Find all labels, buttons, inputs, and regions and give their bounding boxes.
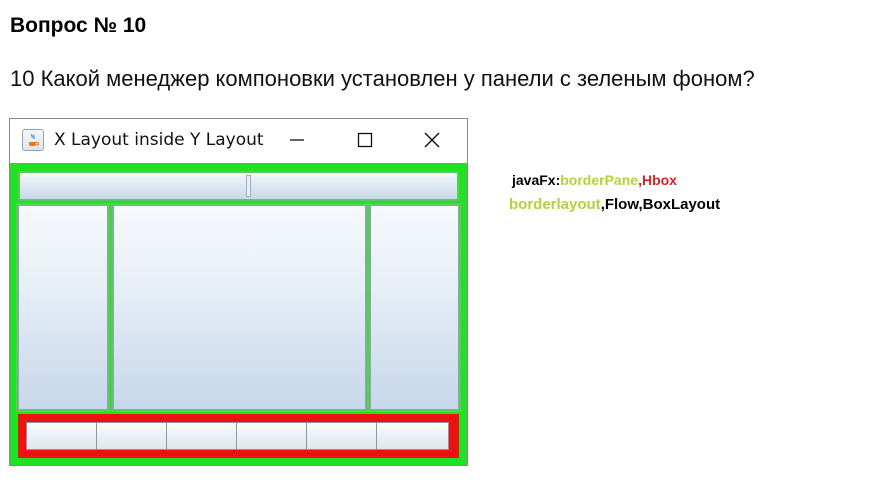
app-window: X Layout inside Y Layout: [9, 118, 468, 466]
note-prefix: javaFx:: [512, 172, 561, 188]
close-button[interactable]: [415, 125, 449, 155]
south-button-3[interactable]: [166, 422, 237, 450]
south-button-5[interactable]: [306, 422, 377, 450]
window-title: X Layout inside Y Layout: [54, 130, 264, 150]
question-text: 10 Какой менеджер компоновки установлен …: [10, 66, 755, 91]
south-button-1[interactable]: [26, 422, 97, 450]
minimize-button[interactable]: [280, 125, 314, 155]
window-titlebar[interactable]: X Layout inside Y Layout: [10, 119, 467, 163]
east-button[interactable]: [370, 205, 459, 410]
south-button-4[interactable]: [236, 422, 307, 450]
java-cup-icon: [22, 129, 44, 151]
north-split-pane[interactable]: [18, 171, 459, 201]
close-icon: [424, 132, 440, 148]
question-heading: Вопрос № 10: [10, 14, 147, 37]
answer-note-javafx: javaFx:borderPane,Hbox: [512, 172, 677, 188]
center-button[interactable]: [113, 205, 366, 410]
green-panel: [10, 163, 467, 465]
note-borderlayout: borderlayout: [509, 196, 601, 213]
split-divider-handle[interactable]: [246, 175, 251, 197]
answer-note-swing: borderlayout,Flow,BoxLayout: [509, 196, 720, 213]
maximize-icon: [357, 132, 373, 148]
west-button[interactable]: [18, 205, 108, 410]
red-panel: [18, 414, 459, 458]
note-borderpane: borderPane: [560, 172, 639, 188]
minimize-icon: [290, 139, 304, 141]
note-flow-boxlayout: ,Flow,BoxLayout: [600, 196, 721, 213]
south-button-6[interactable]: [376, 422, 449, 450]
note-hbox: Hbox: [641, 172, 677, 188]
south-button-2[interactable]: [96, 422, 167, 450]
maximize-button[interactable]: [348, 125, 382, 155]
